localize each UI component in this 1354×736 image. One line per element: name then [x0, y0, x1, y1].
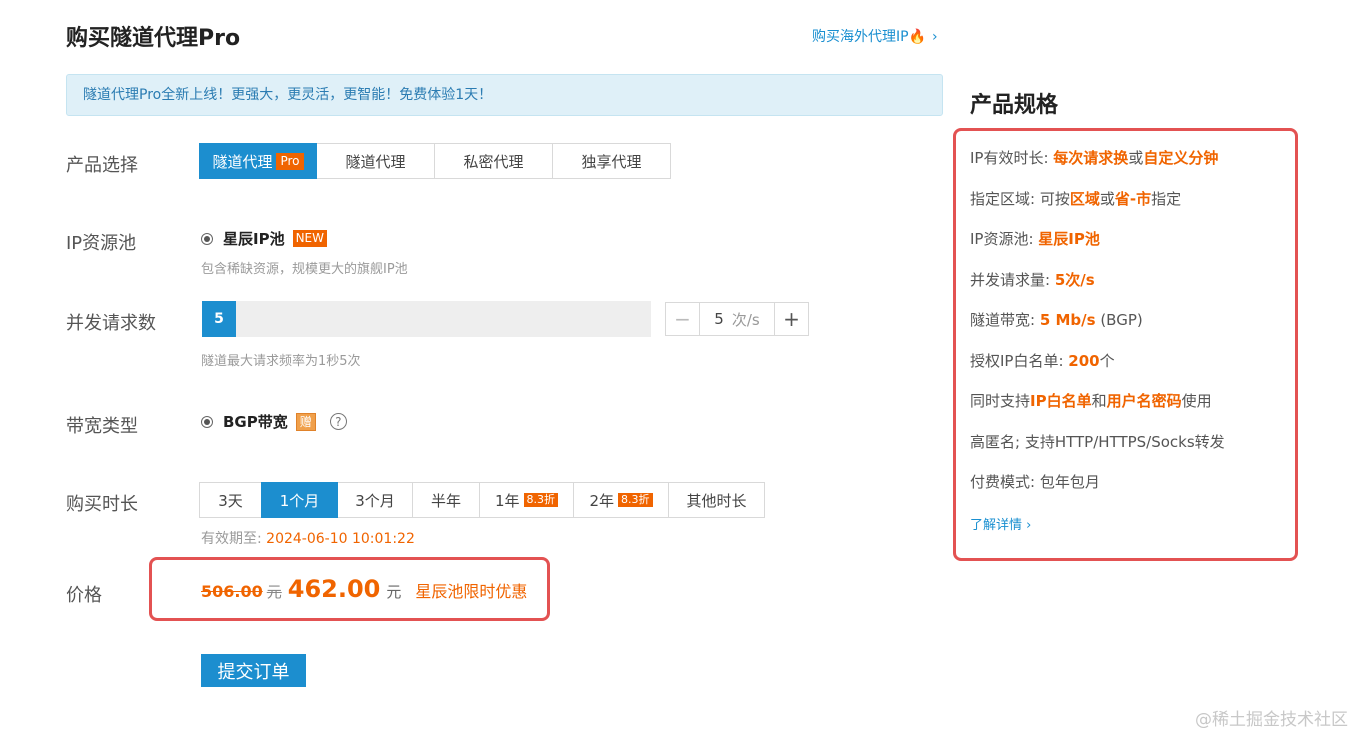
duration-option-3m[interactable]: 3个月	[337, 482, 413, 518]
spec-line: 隧道带宽: 5 Mb/s (BGP)	[970, 309, 1143, 330]
price-label: 价格	[66, 585, 102, 606]
decrement-button[interactable]: −	[666, 303, 700, 335]
spec-line: IP资源池: 星辰IP池	[970, 228, 1100, 249]
spec-text: 付费模式: 包年包月	[970, 473, 1100, 491]
expiry-date: 2024-06-10 10:01:22	[266, 531, 415, 547]
duration-selector: 3天 1个月 3个月 半年 1年 8.3折 2年 8.3折 其他时长	[199, 482, 765, 518]
discount-badge: 8.3折	[618, 493, 653, 507]
discount-badge: 8.3折	[523, 493, 559, 507]
spec-text: 指定	[1151, 190, 1182, 208]
spec-text: (BGP)	[1095, 311, 1143, 329]
spec-text: IP资源池:	[970, 230, 1039, 248]
spec-highlight: 自定义分钟	[1143, 149, 1219, 167]
duration-option-1y[interactable]: 1年 8.3折	[479, 482, 574, 518]
spec-text: 或	[1128, 149, 1144, 167]
concurrency-label: 并发请求数	[66, 313, 156, 334]
slider-handle[interactable]: 5	[202, 301, 236, 337]
watermark: @稀土掘金技术社区	[1195, 710, 1348, 730]
spec-highlight: 星辰IP池	[1038, 230, 1100, 248]
spec-highlight: 省-市	[1114, 190, 1152, 208]
spec-text: 高匿名; 支持HTTP/HTTPS/Socks转发	[970, 433, 1225, 451]
concurrency-hint: 隧道最大请求频率为1秒5次	[201, 354, 361, 369]
duration-option-3d[interactable]: 3天	[199, 482, 262, 518]
spec-text: 授权IP白名单:	[970, 352, 1069, 370]
spec-highlight: 5次/s	[1054, 271, 1095, 289]
spec-highlight: IP白名单	[1030, 392, 1092, 410]
product-option-label: 隧道代理	[212, 152, 273, 171]
stepper-value-field[interactable]: 5 次/s	[700, 303, 774, 335]
spec-line: 付费模式: 包年包月	[970, 471, 1100, 492]
new-badge: NEW	[292, 230, 328, 247]
spec-text: 同时支持	[970, 392, 1031, 410]
stepper-unit: 次/s	[731, 310, 760, 329]
spec-highlight: 用户名密码	[1106, 392, 1182, 410]
radio-selected-icon	[201, 232, 213, 245]
gift-badge: 赠	[295, 412, 316, 431]
product-option-private[interactable]: 私密代理	[434, 143, 553, 179]
current-price: 462.00	[287, 575, 381, 603]
spec-text: 并发请求量:	[970, 271, 1055, 289]
spec-line: 并发请求量: 5次/s	[970, 269, 1095, 290]
spec-highlight: 5 Mb/s	[1039, 311, 1096, 329]
product-option-tunnel-pro[interactable]: 隧道代理 Pro	[199, 143, 317, 179]
current-price-unit: 元	[386, 583, 402, 601]
spec-text: 使用	[1181, 392, 1212, 410]
expiry-text: 有效期至: 2024-06-10 10:01:22	[201, 528, 415, 548]
spec-line: 高匿名; 支持HTTP/HTTPS/Socks转发	[970, 431, 1225, 452]
spec-highlight: 每次请求换	[1053, 149, 1129, 167]
chevron-right-icon: ›	[932, 29, 938, 45]
spec-text: IP有效时长:	[970, 149, 1054, 167]
pool-label: IP资源池	[66, 233, 137, 254]
spec-text: 指定区域: 可按	[970, 190, 1070, 208]
fire-icon: 🔥	[908, 29, 927, 45]
question-icon[interactable]: ?	[329, 413, 347, 430]
duration-option-half-year[interactable]: 半年	[412, 482, 480, 518]
learn-more-link[interactable]: 了解详情 ›	[970, 514, 1031, 533]
pool-option-label: 星辰IP池	[223, 230, 285, 248]
overseas-link-label: 购买海外代理IP	[812, 29, 909, 45]
spec-line: IP有效时长: 每次请求换或自定义分钟	[970, 147, 1218, 168]
duration-label: 购买时长	[66, 494, 138, 515]
duration-option-other[interactable]: 其他时长	[668, 482, 765, 518]
spec-text: 或	[1099, 190, 1115, 208]
spec-title: 产品规格	[970, 93, 1059, 118]
spec-line: 指定区域: 可按区域或省-市指定	[970, 188, 1181, 209]
spec-highlight: 区域	[1069, 190, 1100, 208]
original-price: 506.00	[201, 582, 263, 601]
promo-notice: 隧道代理Pro全新上线！更强大，更灵活，更智能！免费体验1天！	[66, 74, 943, 116]
spec-line: 同时支持IP白名单和用户名密码使用	[970, 390, 1212, 411]
pool-hint: 包含稀缺资源，规模更大的旗舰IP池	[201, 262, 408, 277]
increment-button[interactable]: +	[774, 303, 808, 335]
product-option-exclusive[interactable]: 独享代理	[552, 143, 671, 179]
expiry-prefix: 有效期至:	[201, 531, 262, 547]
pro-badge: Pro	[276, 152, 304, 170]
spec-line: 授权IP白名单: 200个	[970, 350, 1115, 371]
original-price-unit: 元	[266, 583, 282, 601]
concurrency-slider[interactable]: 5	[202, 301, 651, 337]
duration-option-label: 1年	[494, 491, 520, 510]
product-option-tunnel[interactable]: 隧道代理	[316, 143, 435, 179]
pool-option[interactable]: 星辰IP池 NEW	[201, 228, 328, 249]
concurrency-stepper: − 5 次/s +	[665, 302, 809, 336]
duration-option-label: 2年	[589, 491, 615, 510]
duration-option-2y[interactable]: 2年 8.3折	[573, 482, 669, 518]
spec-text: 个	[1099, 352, 1115, 370]
duration-option-1m[interactable]: 1个月	[261, 482, 338, 518]
radio-selected-icon	[201, 415, 213, 428]
product-selector: 隧道代理 Pro 隧道代理 私密代理 独享代理	[199, 143, 671, 179]
promo-text: 星辰池限时优惠	[415, 582, 528, 601]
bandwidth-option[interactable]: BGP带宽 赠 ?	[201, 411, 347, 432]
spec-text: 和	[1091, 392, 1107, 410]
stepper-value: 5	[714, 310, 724, 328]
spec-text: 隧道带宽:	[970, 311, 1040, 329]
bandwidth-label: 带宽类型	[66, 416, 138, 437]
price-display: 506.00 元 462.00 元 星辰池限时优惠	[201, 575, 527, 603]
submit-order-button[interactable]: 提交订单	[201, 654, 306, 687]
overseas-ip-link[interactable]: 购买海外代理IP🔥 ›	[812, 26, 938, 46]
spec-highlight: 200	[1068, 352, 1100, 370]
product-label: 产品选择	[66, 155, 138, 176]
bandwidth-option-label: BGP带宽	[223, 413, 288, 431]
page-title: 购买隧道代理Pro	[66, 26, 241, 51]
